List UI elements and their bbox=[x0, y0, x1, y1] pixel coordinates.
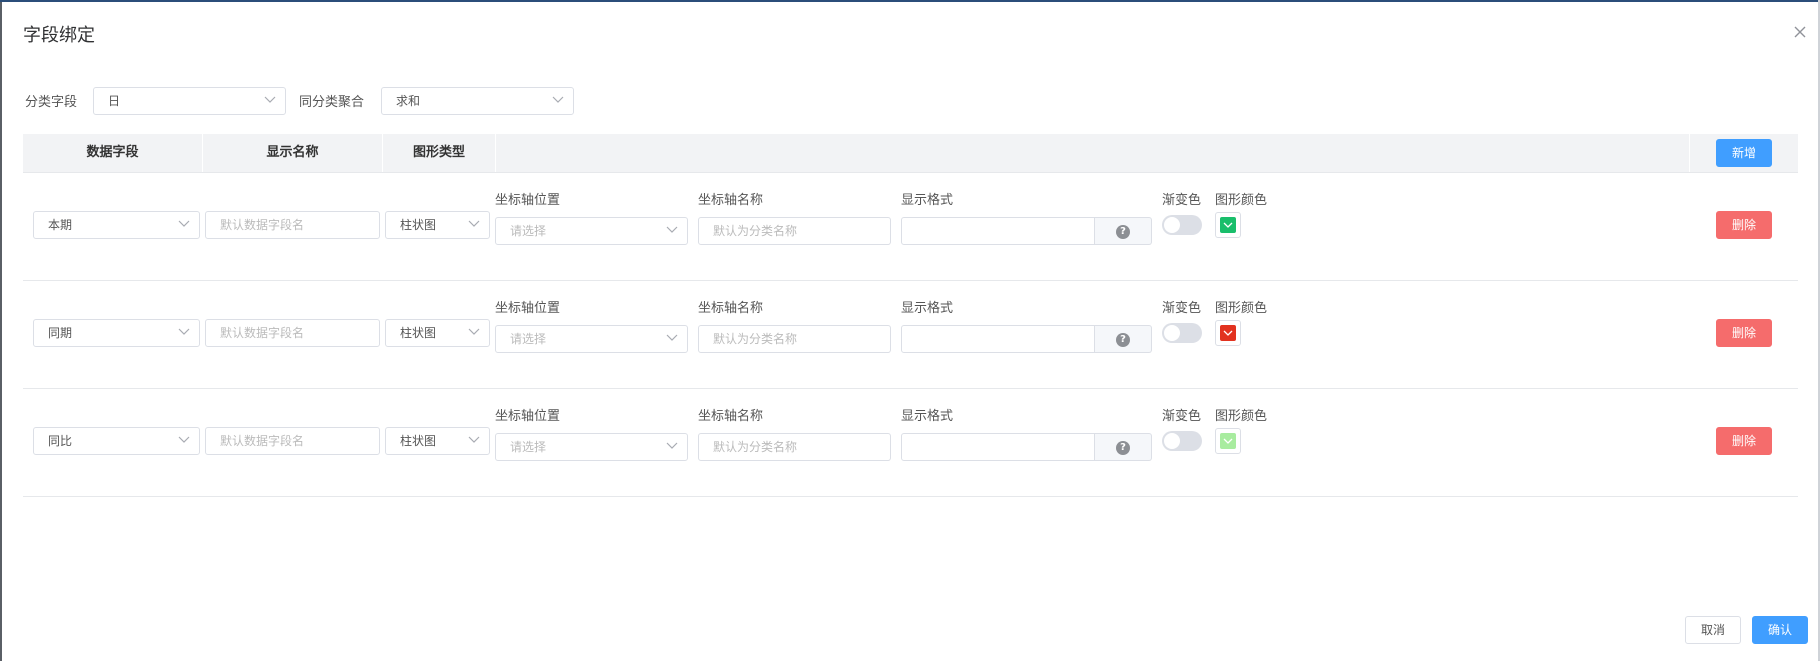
shape-color-label: 图形颜色 bbox=[1215, 409, 1268, 424]
aggregate-value: 求和 bbox=[396, 94, 421, 108]
category-field-value: 日 bbox=[108, 94, 121, 108]
chart-type-select[interactable]: 柱状图 bbox=[385, 427, 490, 455]
shape-color-label: 图形颜色 bbox=[1215, 193, 1268, 208]
toggle-knob bbox=[1164, 325, 1180, 341]
delete-button[interactable]: 删除 bbox=[1716, 427, 1772, 455]
header-divider bbox=[495, 134, 496, 172]
display-format-label: 显示格式 bbox=[901, 301, 954, 316]
axis-position-label: 坐标轴位置 bbox=[495, 301, 561, 316]
axis-position-select[interactable]: 请选择 bbox=[495, 433, 688, 461]
chevron-down-icon bbox=[468, 220, 480, 227]
color-swatch bbox=[1220, 325, 1236, 341]
table-header: 数据字段 显示名称 图形类型 新增 bbox=[23, 134, 1798, 173]
chevron-down-icon bbox=[178, 436, 190, 443]
shape-color-picker[interactable] bbox=[1215, 212, 1241, 238]
chevron-down-icon bbox=[468, 328, 480, 335]
header-divider bbox=[1689, 134, 1690, 172]
axis-position-placeholder: 请选择 bbox=[510, 332, 547, 346]
axis-position-placeholder: 请选择 bbox=[510, 224, 547, 238]
chart-type-select[interactable]: 柱状图 bbox=[385, 211, 490, 239]
gradient-label: 渐变色 bbox=[1162, 301, 1202, 316]
display-format-input[interactable] bbox=[901, 433, 1095, 461]
delete-button[interactable]: 删除 bbox=[1716, 319, 1772, 347]
gradient-toggle[interactable] bbox=[1162, 215, 1202, 235]
axis-name-label: 坐标轴名称 bbox=[698, 301, 764, 316]
data-field-select[interactable]: 同比 bbox=[33, 427, 200, 455]
toggle-knob bbox=[1164, 217, 1180, 233]
chevron-down-icon bbox=[666, 334, 678, 341]
question-icon: ? bbox=[1116, 441, 1130, 455]
data-field-value: 本期 bbox=[48, 218, 73, 232]
gradient-label: 渐变色 bbox=[1162, 409, 1202, 424]
axis-position-label: 坐标轴位置 bbox=[495, 193, 561, 208]
display-name-input[interactable] bbox=[205, 319, 380, 347]
data-field-value: 同比 bbox=[48, 434, 73, 448]
chevron-down-icon bbox=[468, 436, 480, 443]
data-field-value: 同期 bbox=[48, 326, 73, 340]
axis-name-input[interactable] bbox=[698, 325, 891, 353]
delete-button[interactable]: 删除 bbox=[1716, 211, 1772, 239]
display-name-input[interactable] bbox=[205, 211, 380, 239]
aggregate-label: 同分类聚合 bbox=[299, 95, 365, 110]
chevron-down-icon bbox=[264, 96, 276, 103]
chart-type-value: 柱状图 bbox=[400, 326, 437, 340]
display-format-input[interactable] bbox=[901, 325, 1095, 353]
format-help-button[interactable]: ? bbox=[1095, 325, 1152, 353]
add-button[interactable]: 新增 bbox=[1716, 139, 1772, 167]
format-help-button[interactable]: ? bbox=[1095, 433, 1152, 461]
gradient-toggle[interactable] bbox=[1162, 431, 1202, 451]
chevron-down-icon bbox=[178, 328, 190, 335]
display-format-label: 显示格式 bbox=[901, 409, 954, 424]
category-field-select[interactable]: 日 bbox=[93, 87, 286, 115]
aggregate-select[interactable]: 求和 bbox=[381, 87, 574, 115]
chevron-down-icon bbox=[666, 226, 678, 233]
shape-color-picker[interactable] bbox=[1215, 320, 1241, 346]
cancel-button[interactable]: 取消 bbox=[1685, 616, 1741, 644]
chevron-down-icon bbox=[178, 220, 190, 227]
dialog-title: 字段绑定 bbox=[23, 25, 95, 46]
color-swatch bbox=[1220, 433, 1236, 449]
toggle-knob bbox=[1164, 433, 1180, 449]
question-icon: ? bbox=[1116, 225, 1130, 239]
chevron-down-icon bbox=[1223, 222, 1233, 228]
confirm-button[interactable]: 确认 bbox=[1752, 616, 1808, 644]
axis-name-input[interactable] bbox=[698, 217, 891, 245]
shape-color-label: 图形颜色 bbox=[1215, 301, 1268, 316]
row-divider bbox=[23, 496, 1798, 497]
chart-type-value: 柱状图 bbox=[400, 218, 437, 232]
window-left-edge bbox=[0, 0, 2, 661]
display-name-input[interactable] bbox=[205, 427, 380, 455]
data-field-select[interactable]: 本期 bbox=[33, 211, 200, 239]
axis-position-select[interactable]: 请选择 bbox=[495, 325, 688, 353]
category-field-label: 分类字段 bbox=[25, 95, 78, 110]
chevron-down-icon bbox=[1223, 330, 1233, 336]
chart-type-value: 柱状图 bbox=[400, 434, 437, 448]
gradient-toggle[interactable] bbox=[1162, 323, 1202, 343]
axis-position-label: 坐标轴位置 bbox=[495, 409, 561, 424]
color-swatch bbox=[1220, 217, 1236, 233]
shape-color-picker[interactable] bbox=[1215, 428, 1241, 454]
header-chart-type: 图形类型 bbox=[412, 145, 465, 160]
header-display-name: 显示名称 bbox=[266, 145, 319, 160]
axis-position-placeholder: 请选择 bbox=[510, 440, 547, 454]
display-format-input[interactable] bbox=[901, 217, 1095, 245]
chart-type-select[interactable]: 柱状图 bbox=[385, 319, 490, 347]
row-divider bbox=[23, 280, 1798, 281]
chevron-down-icon bbox=[1223, 438, 1233, 444]
close-icon[interactable] bbox=[1792, 24, 1808, 40]
axis-name-input[interactable] bbox=[698, 433, 891, 461]
header-data-field: 数据字段 bbox=[86, 145, 139, 160]
row-divider bbox=[23, 388, 1798, 389]
display-format-label: 显示格式 bbox=[901, 193, 954, 208]
format-help-button[interactable]: ? bbox=[1095, 217, 1152, 245]
chevron-down-icon bbox=[666, 442, 678, 449]
chevron-down-icon bbox=[552, 96, 564, 103]
data-field-select[interactable]: 同期 bbox=[33, 319, 200, 347]
question-icon: ? bbox=[1116, 333, 1130, 347]
axis-position-select[interactable]: 请选择 bbox=[495, 217, 688, 245]
gradient-label: 渐变色 bbox=[1162, 193, 1202, 208]
axis-name-label: 坐标轴名称 bbox=[698, 409, 764, 424]
window-top-edge bbox=[0, 0, 1820, 2]
axis-name-label: 坐标轴名称 bbox=[698, 193, 764, 208]
